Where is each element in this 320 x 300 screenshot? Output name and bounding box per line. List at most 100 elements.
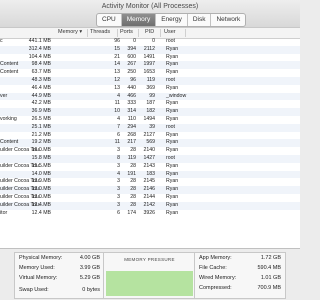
ports-cell: 267 — [127, 61, 136, 68]
table-row[interactable]: uilder Cocoa Tou... 15.5 MB 3 28 2143 Ryan — [0, 163, 300, 171]
activity-monitor-window: Activity Monitor (All Processes) CPU Mem… — [0, 0, 300, 300]
ports-cell: 28 — [130, 193, 136, 200]
memory-cell: 14.0 MB — [31, 170, 51, 177]
file-cache-label: File Cache: — [199, 265, 227, 271]
ports-cell: 28 — [130, 162, 136, 169]
pid-cell: 2146 — [143, 186, 155, 193]
ports-cell: 250 — [127, 69, 136, 76]
pid-cell: 2112 — [143, 45, 155, 52]
memory-cell: 13.0 MB — [31, 193, 51, 200]
table-row[interactable]: 42.2 MB 11 333 187 Ryan — [0, 100, 300, 108]
pid-cell: 182 — [146, 108, 155, 115]
table-row[interactable]: 36.9 MB 10 314 182 Ryan — [0, 108, 300, 116]
process-name: Content — [0, 69, 19, 76]
user-cell: Ryan — [166, 209, 179, 216]
column-threads[interactable]: Threads — [90, 29, 110, 35]
tab-disk[interactable]: Disk — [188, 14, 212, 26]
table-row[interactable]: Content 19.2 MB 11 217 569 Ryan — [0, 139, 300, 148]
table-row[interactable]: 312.4 MB 15 394 2112 Ryan — [0, 45, 300, 54]
tab-cpu[interactable]: CPU — [97, 14, 122, 26]
pid-cell: 187 — [146, 100, 155, 107]
pid-cell: 0 — [152, 38, 155, 44]
table-row[interactable]: uilder Cocoa Tou... 12.4 MB 3 28 2142 Ryan — [0, 201, 300, 210]
memory-cell: 13.0 MB — [31, 186, 51, 193]
pid-cell: 1427 — [143, 154, 155, 161]
memory-cell: 13.9 MB — [31, 178, 51, 185]
user-cell: Ryan — [166, 61, 179, 68]
compressed-value: 700.9 MB — [257, 285, 281, 291]
tab-network[interactable]: Network — [211, 14, 245, 26]
memory-cell: 21.2 MB — [31, 131, 51, 138]
threads-cell: 7 — [117, 123, 120, 130]
memory-cell: 36.9 MB — [31, 108, 51, 115]
window-title: Activity Monitor (All Processes) — [101, 3, 199, 10]
table-row[interactable]: 104.4 MB 21 600 1491 Ryan — [0, 54, 300, 62]
user-cell: Ryan — [166, 108, 179, 115]
user-cell: Ryan — [166, 186, 179, 193]
table-row[interactable]: Content 63.7 MB 13 250 1653 Ryan — [0, 69, 300, 77]
ports-cell: 268 — [127, 131, 136, 138]
column-pid[interactable]: PID — [145, 29, 154, 35]
table-row[interactable]: 21.2 MB 6 268 2127 Ryan — [0, 132, 300, 140]
process-name: itor — [0, 209, 8, 216]
user-cell: Ryan — [166, 84, 179, 91]
table-row[interactable]: 46.4 MB 13 440 369 Ryan — [0, 85, 300, 93]
virtual-memory-value: 5.29 GB — [79, 275, 100, 281]
table-row[interactable]: ver 44.9 MB 4 466 99 _window — [0, 92, 300, 101]
pid-cell: 119 — [146, 76, 155, 83]
wired-memory-value: 1.01 GB — [260, 275, 281, 281]
threads-cell: 8 — [117, 154, 120, 161]
pid-cell: 1491 — [143, 53, 155, 60]
table-row[interactable]: itor 12.4 MB 6 174 3926 Ryan — [0, 210, 300, 218]
table-row[interactable]: 48.3 MB 12 96 119 root — [0, 76, 300, 85]
file-cache-value: 590.4 MB — [257, 265, 281, 271]
user-cell: Ryan — [166, 162, 179, 169]
table-row[interactable]: c 441.1 MB 96 0 0 root — [0, 38, 300, 46]
column-ports[interactable]: Ports — [120, 29, 133, 35]
threads-cell: 3 — [117, 178, 120, 185]
user-cell: Ryan — [166, 139, 179, 146]
memory-summary: Physical Memory: 4.00 GB Memory Used: 3.… — [0, 248, 300, 300]
user-cell: Ryan — [166, 170, 179, 177]
memory-pressure-title: MEMORY PRESSURE — [124, 257, 175, 262]
tab-energy[interactable]: Energy — [156, 14, 188, 26]
table-row[interactable]: 25.1 MB 7 294 39 root — [0, 123, 300, 132]
process-name: Content — [0, 61, 19, 68]
table-row[interactable]: uilder Cocoa Tou... 13.0 MB 3 28 2144 Ryan — [0, 194, 300, 202]
threads-cell: 11 — [114, 139, 120, 146]
column-memory[interactable]: Memory ▾ — [58, 29, 82, 35]
ports-cell: 466 — [127, 92, 136, 99]
swap-used-value: 0 bytes — [82, 287, 100, 293]
ports-cell: 191 — [127, 170, 136, 177]
user-cell: Ryan — [166, 69, 179, 76]
ports-cell: 110 — [127, 115, 136, 122]
wired-memory-label: Wired Memory: — [199, 275, 237, 281]
column-user[interactable]: User — [164, 29, 176, 35]
table-row[interactable]: uilder Cocoa Tou... 16.0 MB 3 28 2140 Ryan — [0, 147, 300, 155]
threads-cell: 13 — [114, 69, 120, 76]
memory-cell: 19.2 MB — [31, 139, 51, 146]
table-row[interactable]: 14.0 MB 4 191 183 Ryan — [0, 170, 300, 179]
table-row[interactable]: uilder Cocoa Tou... 13.9 MB 3 28 2145 Ryan — [0, 178, 300, 186]
user-cell: Ryan — [166, 45, 179, 52]
pid-cell: 2145 — [143, 178, 155, 185]
memory-cell: 98.4 MB — [31, 61, 51, 68]
table-row[interactable]: 15.8 MB 8 119 1427 root — [0, 154, 300, 163]
threads-cell: 96 — [114, 38, 120, 44]
threads-cell: 4 — [117, 170, 120, 177]
threads-cell: 3 — [117, 201, 120, 208]
table-row[interactable]: uilder Cocoa Tou... 13.0 MB 3 28 2146 Ryan — [0, 186, 300, 194]
process-name: ver — [0, 92, 8, 99]
ports-cell: 314 — [127, 108, 136, 115]
tab-memory[interactable]: Memory — [121, 14, 157, 26]
app-memory-value: 1.72 GB — [260, 255, 281, 261]
pid-cell: 2144 — [143, 193, 155, 200]
memory-cell: 12.4 MB — [31, 201, 51, 208]
ports-cell: 440 — [127, 84, 136, 91]
memory-cell: 15.8 MB — [31, 154, 51, 161]
ports-cell: 217 — [127, 139, 136, 146]
title-bar: Activity Monitor (All Processes) CPU Mem… — [0, 0, 300, 27]
table-row[interactable]: Content 98.4 MB 14 267 1997 Ryan — [0, 61, 300, 70]
memory-cell: 441.1 MB — [28, 38, 51, 44]
table-row[interactable]: vorking 26.5 MB 4 110 1494 Ryan — [0, 116, 300, 124]
